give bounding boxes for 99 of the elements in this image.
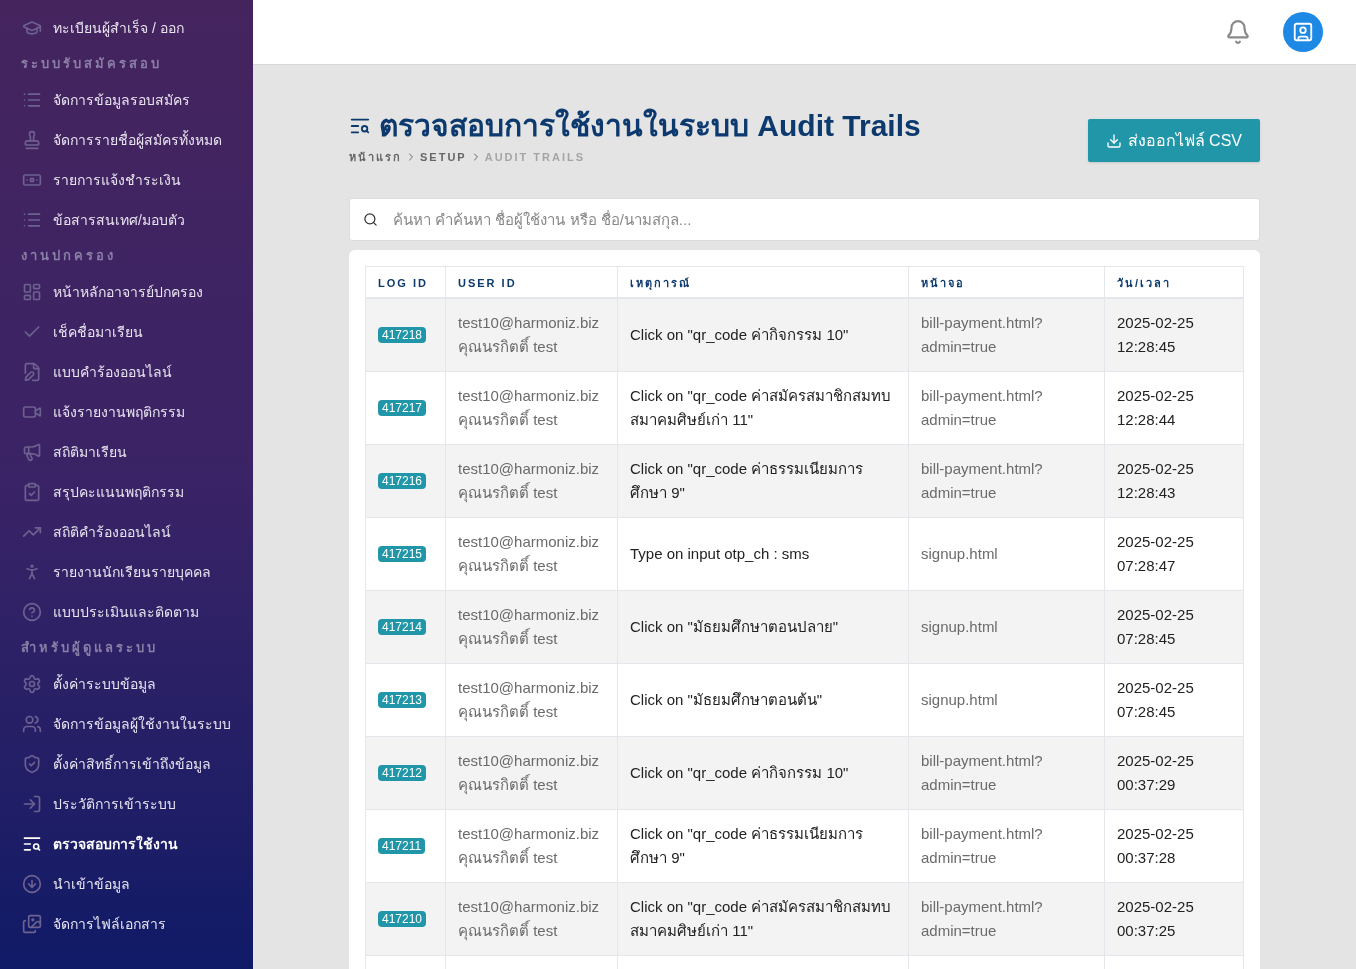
stamp-icon (22, 130, 42, 150)
images-icon (22, 914, 42, 934)
sidebar-item[interactable]: รายงานนักเรียนรายบุคคล (0, 552, 253, 592)
sidebar-item[interactable]: สถิติมาเรียน (0, 432, 253, 472)
sidebar-item[interactable]: ตรวจสอบการใช้งาน (0, 824, 253, 864)
help-icon (22, 602, 42, 622)
log-id-badge: 417218 (378, 327, 427, 344)
sidebar-item[interactable]: ทะเบียนผู้สำเร็จ / ออก (0, 8, 253, 48)
sidebar-item[interactable]: แบบคำร้องออนไลน์ (0, 352, 253, 392)
screen-cell: signup.html (908, 517, 1105, 590)
event-cell: Click on "qr_code ค่าสมัครสมาชิกสมทบ สมาคมศิษย์เก่า 11" (617, 371, 909, 444)
log-id-badge: 417210 (378, 911, 427, 927)
sidebar-item[interactable]: ตั้งค่าระบบข้อมูล (0, 664, 253, 704)
sidebar-item[interactable]: เช็คชื่อมาเรียน (0, 312, 253, 352)
log-id-badge: 417215 (378, 546, 427, 562)
user-cell: test10@harmoniz.biz คุณนรกิตติ์ test (445, 736, 618, 809)
sidebar-item[interactable]: ตั้งค่าสิทธิ์การเข้าถึงข้อมูล (0, 744, 253, 784)
users-icon (22, 714, 42, 734)
search-icon (363, 211, 378, 227)
profile-button[interactable] (1283, 12, 1323, 52)
graduation-cap-icon (22, 18, 42, 38)
datetime-cell: 2025-02-25 12:28:44 (1104, 371, 1244, 444)
event-cell: Click on "qr_code ค่ากิจกรรม 10" (617, 298, 909, 371)
datetime-cell: 2025-02-25 07:28:45 (1104, 590, 1244, 663)
log-id-badge: 417216 (378, 473, 427, 489)
user-cell: test10@harmoniz.biz คุณนรกิตติ์ test (445, 882, 618, 955)
sidebar-item[interactable]: ประวัติการเข้าระบบ (0, 784, 253, 824)
screen-cell: bill-payment.html? admin=true (908, 298, 1105, 371)
user-icon (1292, 21, 1314, 43)
user-cell: test10@harmoniz.biz คุณนรกิตติ์ test (445, 517, 618, 590)
screen-cell: bill-payment.html? admin=true (908, 444, 1105, 517)
event-cell: Type on input otp_ch : sms (617, 517, 909, 590)
event-cell: Click on "qr_code ค่าธรรมเนียมการ ศึกษา 9" (617, 809, 909, 882)
sidebar-item[interactable]: จัดการไฟล์เอกสาร (0, 904, 253, 944)
sidebar-item[interactable]: รายการแจ้งชำระเงิน (0, 160, 253, 200)
sidebar-item[interactable]: จัดการข้อมูลรอบสมัคร (0, 80, 253, 120)
datetime-cell: 2025-02-25 00:37:25 (1104, 882, 1244, 955)
download-icon (22, 874, 42, 894)
datetime-cell: 2025-02-25 07:28:47 (1104, 517, 1244, 590)
list-icon (22, 90, 42, 110)
screen-cell: bill-payment.html? admin=true (908, 882, 1105, 955)
datetime-cell: 2025-02-25 00:37:29 (1104, 736, 1244, 809)
screen-cell: bill-payment.html? admin=true (908, 371, 1105, 444)
log-id-badge: 417217 (378, 400, 427, 416)
notification-bell-icon[interactable] (1225, 19, 1251, 45)
sidebar-item[interactable]: สรุปคะแนนพฤติกรรม (0, 472, 253, 512)
column-header: วัน/เวลา (1117, 276, 1172, 289)
search-field[interactable]: ค้นหา คำค้นหา ชื่อผู้ใช้งาน หรือ ชื่อ/นามสกุล... (349, 197, 1260, 241)
sidebar-item[interactable]: จัดการรายชื่อผู้สมัครทั้งหมด (0, 120, 253, 160)
breadcrumb-link[interactable]: SETUP (420, 149, 467, 166)
screen-cell: bill-payment.html? admin=true (908, 736, 1105, 809)
list-icon (22, 210, 42, 230)
sidebar-item[interactable]: หน้าหลักอาจารย์ปกครอง (0, 272, 253, 312)
screen-cell: bill-payment.html? admin=true (908, 809, 1105, 882)
datetime-cell: 2025-02-25 07:28:45 (1104, 663, 1244, 736)
download-icon (1105, 132, 1122, 149)
column-header: เหตุการณ์ (630, 276, 691, 289)
user-cell: test10@harmoniz.biz คุณนรกิตติ์ test (445, 371, 618, 444)
datetime-cell: 2025-02-25 12:28:45 (1104, 298, 1244, 371)
user-cell: test10@harmoniz.biz คุณนรกิตติ์ test (445, 663, 618, 736)
column-header: หน้าจอ (921, 276, 965, 289)
user-cell: test10@harmoniz.biz คุณนรกิตติ์ test (445, 298, 618, 371)
sidebar-item[interactable]: แบบประเมินและติดตาม (0, 592, 253, 632)
export-csv-button[interactable]: ส่งออกไฟล์ CSV (1087, 119, 1260, 162)
event-cell: Click on "มัธยมศึกษาตอนต้น" (617, 663, 909, 736)
user-cell: test10@harmoniz.biz คุณนรกิตติ์ test (445, 590, 618, 663)
event-cell: Click on "มัธยมศึกษาตอนปลาย" (617, 590, 909, 663)
log-id-badge: 417213 (378, 692, 427, 708)
login-icon (22, 794, 42, 814)
sidebar-section-heading: งานปกครอง (20, 247, 117, 266)
screen-cell: signup.html (908, 590, 1105, 663)
dashboard-icon (22, 282, 42, 302)
shield-icon (22, 754, 42, 774)
sidebar-section-heading: ระบบรับสมัครสอบ (20, 55, 163, 74)
user-cell: test10@harmoniz.biz คุณนรกิตติ์ test (445, 444, 618, 517)
page-title: ตรวจสอบการใช้งานในระบบ Audit Trails (379, 107, 921, 144)
log-id-badge: 417214 (378, 619, 427, 635)
column-header: USER ID (458, 276, 517, 289)
sidebar-section-heading: สำหรับผู้ดูแลระบบ (20, 639, 159, 658)
event-cell: Click on "qr_code ค่าสมัครสมาชิกสมทบ สมาคมศิษย์เก่า 11" (617, 882, 909, 955)
sidebar-item[interactable]: สถิติคำร้องออนไลน์ (0, 512, 253, 552)
settings-icon (22, 674, 42, 694)
event-cell: Click on "qr_code ค่าธรรมเนียมการ ศึกษา 9" (617, 444, 909, 517)
sidebar-item[interactable]: จัดการข้อมูลผู้ใช้งานในระบบ (0, 704, 253, 744)
megaphone-icon (22, 442, 42, 462)
user-cell: test10@harmoniz.biz คุณนรกิตติ์ test (445, 809, 618, 882)
breadcrumb-link[interactable]: หน้าแรก (349, 149, 402, 166)
sidebar-item[interactable]: แจ้งรายงานพฤติกรรม (0, 392, 253, 432)
checklist-icon (22, 482, 42, 502)
log-id-badge: 417211 (378, 838, 426, 854)
log-id-badge: 417212 (378, 765, 427, 781)
sidebar-item[interactable]: ข้อสารสนเทศ/มอบตัว (0, 200, 253, 240)
screen-cell: signup.html (908, 663, 1105, 736)
text-search-icon (22, 834, 42, 854)
event-cell: Click on "qr_code ค่ากิจกรรม 10" (617, 736, 909, 809)
column-header: LOG ID (378, 276, 428, 289)
datetime-cell: 2025-02-25 00:37:28 (1104, 809, 1244, 882)
datetime-cell: 2025-02-25 12:28:43 (1104, 444, 1244, 517)
sidebar-item[interactable]: นำเข้าข้อมูล (0, 864, 253, 904)
